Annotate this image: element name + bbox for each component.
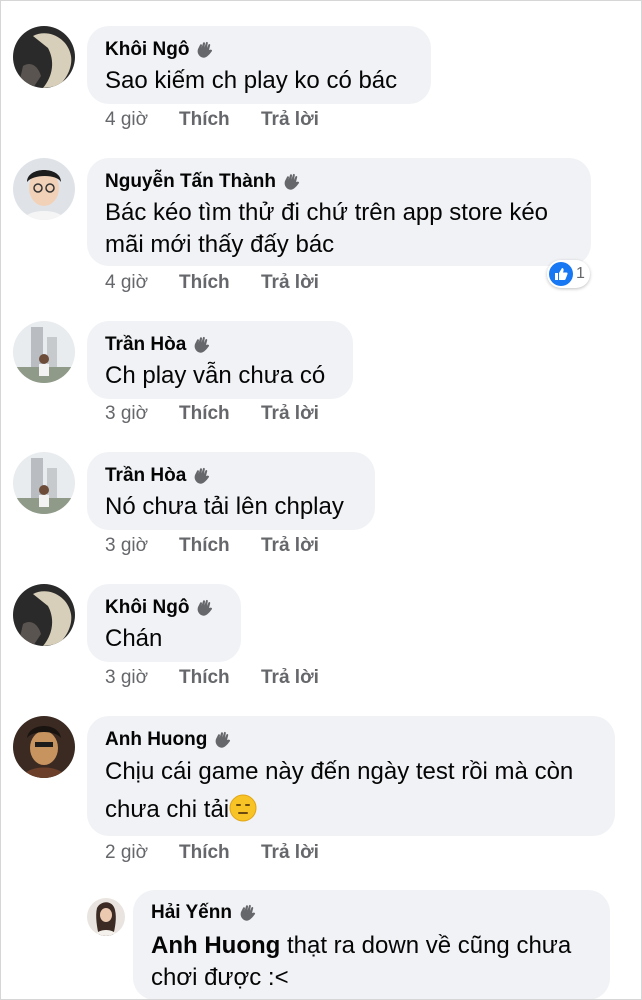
wave-hand-icon: [282, 172, 302, 192]
reply-author[interactable]: Hải Yếnn: [151, 902, 232, 924]
comment-author[interactable]: Trần Hòa: [105, 334, 186, 356]
comment-time[interactable]: 3 giờ: [105, 403, 179, 425]
comment-bubble: Nguyễn Tấn Thành Bác kéo tìm thử đi chứ …: [87, 158, 591, 266]
reply-text-line: chơi được :<: [151, 964, 289, 991]
avatar[interactable]: [13, 321, 75, 383]
comment-time[interactable]: 3 giờ: [105, 667, 179, 689]
wave-hand-icon: [195, 40, 215, 60]
avatar[interactable]: [13, 584, 75, 646]
avatar[interactable]: [13, 26, 75, 88]
reply-button[interactable]: Trả lời: [261, 403, 319, 425]
comment-author[interactable]: Khôi Ngô: [105, 39, 189, 61]
reply-text: Anh Huong thạt ra down về cũng chưa chơi…: [151, 930, 592, 994]
comment-author[interactable]: Trần Hòa: [105, 465, 186, 487]
comment-author[interactable]: Anh Huong: [105, 729, 207, 751]
reply-button[interactable]: Trả lời: [261, 842, 319, 864]
comment-text-line: Bác kéo tìm thử đi chứ trên app store ké…: [105, 199, 549, 226]
comment-bubble: Khôi Ngô Chán: [87, 584, 241, 662]
expressionless-face-emoji: [229, 794, 257, 822]
comment-bubble: Trần Hòa Nó chưa tải lên chplay: [87, 452, 375, 530]
avatar[interactable]: [13, 452, 75, 514]
comment-bubble: Trần Hòa Ch play vẫn chưa có: [87, 321, 353, 399]
reply-text-line: Anh Huong thạt ra down về cũng chưa: [151, 930, 592, 962]
comment-text-line: mãi mới thấy đấy bác: [105, 231, 335, 258]
comments-panel: Khôi Ngô Sao kiếm ch play ko có bác 4 gi…: [0, 0, 642, 1000]
wave-hand-icon: [195, 598, 215, 618]
comment-text: Bác kéo tìm thử đi chứ trên app store ké…: [105, 197, 573, 261]
reply-button[interactable]: Trả lời: [261, 109, 319, 131]
wave-hand-icon: [213, 730, 233, 750]
wave-hand-icon: [192, 335, 212, 355]
reaction-count-badge[interactable]: 1: [547, 260, 590, 288]
comment-time[interactable]: 4 giờ: [105, 109, 179, 131]
comment-text: Ch play vẫn chưa có: [105, 362, 326, 389]
avatar[interactable]: [13, 716, 75, 778]
comment-text-line: chưa chi tải: [105, 791, 597, 829]
comment-text-line: Chịu cái game này đến ngày test rồi mà c…: [105, 758, 574, 785]
comment-text: Nó chưa tải lên chplay: [105, 493, 344, 520]
wave-hand-icon: [192, 466, 212, 486]
reply-button[interactable]: Trả lời: [261, 535, 319, 557]
reply-button[interactable]: Trả lời: [261, 272, 319, 294]
comment-time[interactable]: 3 giờ: [105, 535, 179, 557]
reaction-count: 1: [576, 265, 585, 282]
avatar[interactable]: [87, 898, 125, 936]
avatar[interactable]: [13, 158, 75, 220]
comment-bubble: Anh Huong Chịu cái game này đến ngày tes…: [87, 716, 615, 836]
thumbs-up-icon: [549, 262, 573, 286]
comment-author[interactable]: Khôi Ngô: [105, 597, 189, 619]
reply-bubble: Hải Yếnn Anh Huong thạt ra down về cũng …: [133, 890, 610, 999]
comment-text: Chịu cái game này đến ngày test rồi mà c…: [105, 753, 597, 829]
comment-text-segment: chưa chi tải: [105, 796, 230, 823]
reply-button[interactable]: Trả lời: [261, 667, 319, 689]
like-button[interactable]: Thích: [179, 403, 261, 425]
like-button[interactable]: Thích: [179, 109, 261, 131]
wave-hand-icon: [238, 903, 258, 923]
reply-text-segment: thạt ra down về cũng chưa: [280, 932, 572, 959]
comment-author[interactable]: Nguyễn Tấn Thành: [105, 171, 276, 193]
comment-bubble: Khôi Ngô Sao kiếm ch play ko có bác: [87, 26, 431, 104]
like-button[interactable]: Thích: [179, 667, 261, 689]
like-button[interactable]: Thích: [179, 535, 261, 557]
like-button[interactable]: Thích: [179, 842, 261, 864]
like-button[interactable]: Thích: [179, 272, 261, 294]
comment-time[interactable]: 4 giờ: [105, 272, 179, 294]
mention-link[interactable]: Anh Huong: [151, 932, 280, 959]
comment-time[interactable]: 2 giờ: [105, 842, 179, 864]
comment-text: Sao kiếm ch play ko có bác: [105, 67, 398, 94]
comment-text: Chán: [105, 625, 163, 652]
